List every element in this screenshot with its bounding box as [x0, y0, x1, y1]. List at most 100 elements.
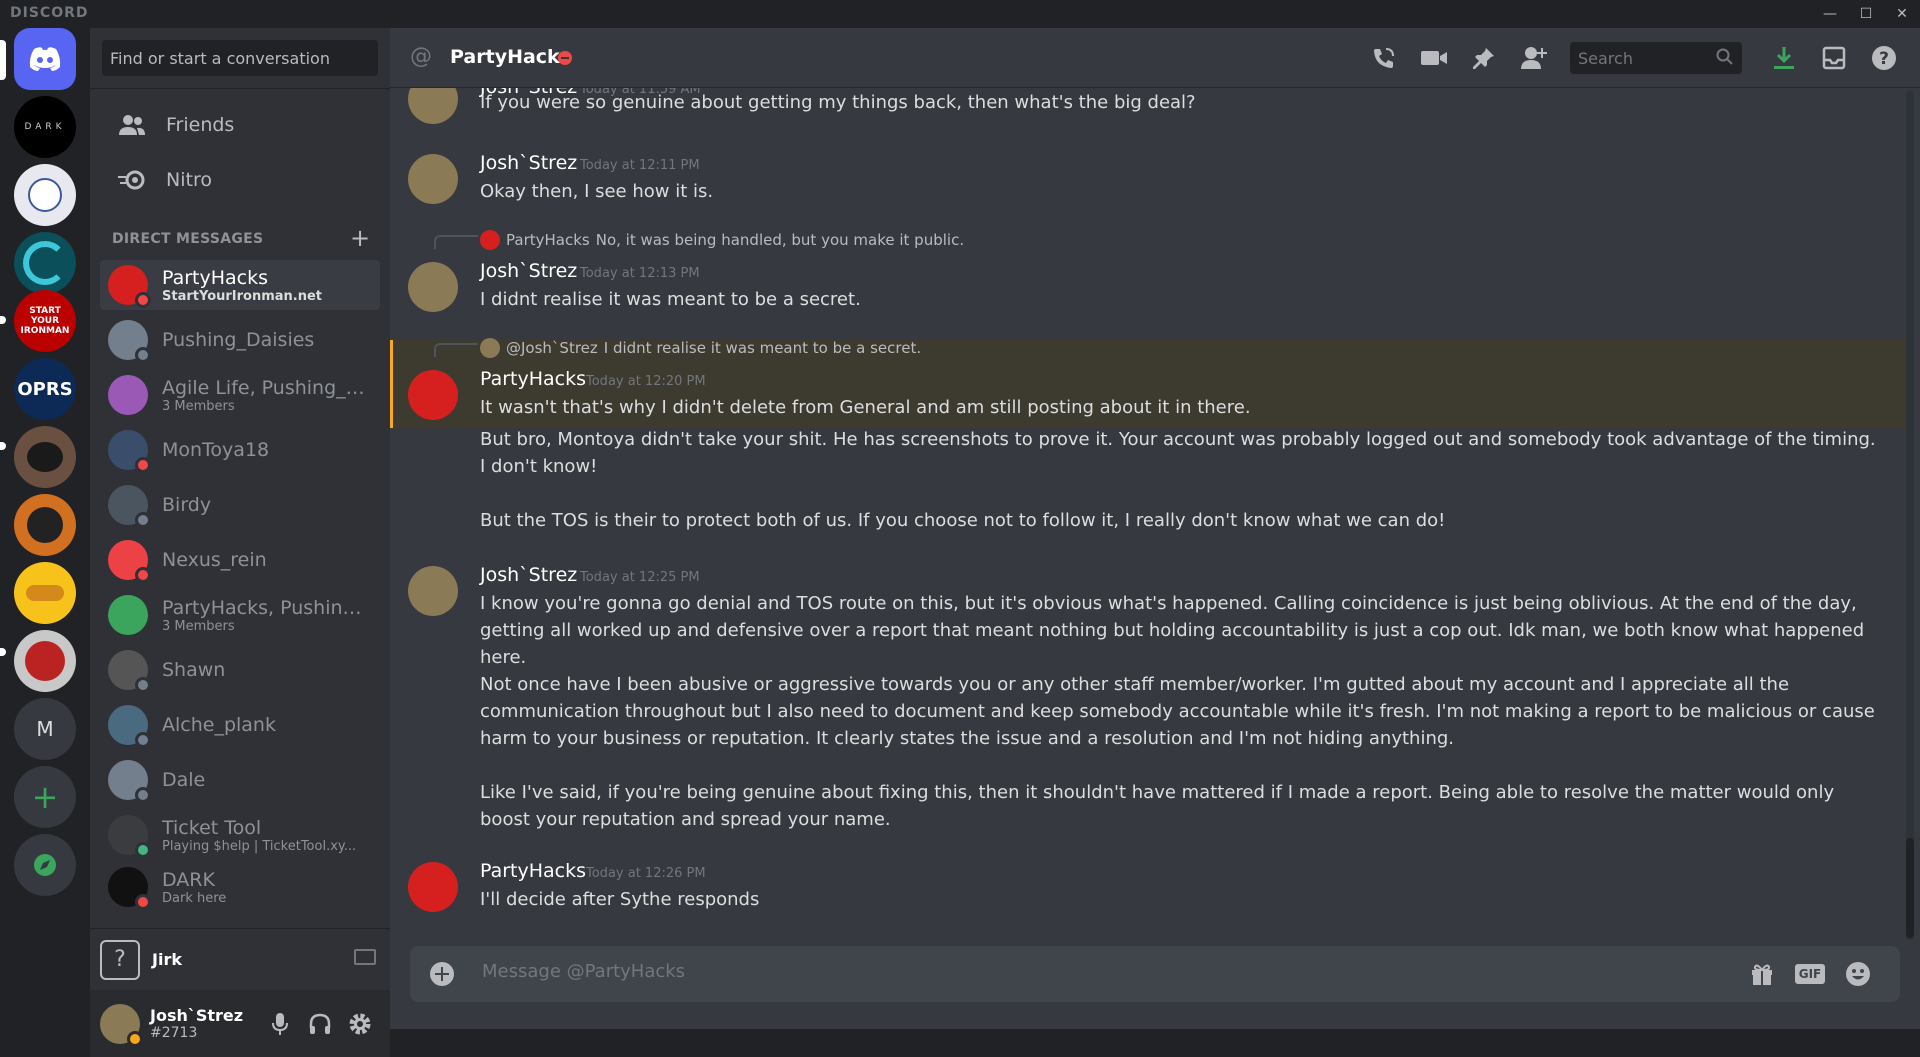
dm-item-nexus-rein[interactable]: Nexus_rein	[100, 535, 380, 585]
dm-item-partyhacks-group[interactable]: PartyHacks, Pushing_... 3 Members	[100, 590, 380, 640]
dm-sidebar: Find or start a conversation Friends Nit…	[90, 28, 390, 1057]
active-pill	[0, 40, 6, 80]
message-author[interactable]: PartyHacks	[480, 860, 586, 882]
avatar	[108, 485, 151, 528]
dm-item-montoya18[interactable]: MonToya18	[100, 425, 380, 475]
user-panel: Josh`Strez #2713	[90, 990, 390, 1057]
dm-name: PartyHacks	[162, 266, 269, 289]
home-button[interactable]	[14, 28, 76, 90]
title-bar: DISCORD — ☐ ✕	[0, 0, 1920, 28]
bricks-icon	[25, 641, 65, 681]
status-offline-icon	[135, 512, 151, 528]
server-m[interactable]: M	[14, 698, 76, 760]
status-idle-icon	[127, 1030, 143, 1047]
download-icon[interactable]	[1768, 42, 1800, 74]
upload-plus-icon[interactable]	[426, 958, 458, 990]
dm-item-partyhacks[interactable]: PartyHacks StartYourIronman.net	[100, 260, 380, 310]
pinned-messages-icon[interactable]	[1468, 42, 1500, 74]
message-composer[interactable]: Message @PartyHacks GIF	[410, 946, 1900, 1002]
dm-name: Nexus_rein	[162, 549, 267, 571]
message-text: I'll decide after Sythe responds	[480, 889, 760, 910]
screen-share-icon[interactable]	[354, 949, 376, 965]
server-dark[interactable]: DARK	[14, 96, 76, 158]
server-oprs[interactable]: OPRS	[14, 358, 76, 420]
message-author[interactable]: Josh`Strez	[480, 564, 577, 586]
author-avatar[interactable]	[408, 370, 458, 420]
dm-item-dark[interactable]: DARK Dark here	[100, 865, 380, 909]
user-avatar[interactable]	[100, 1003, 143, 1047]
message-author[interactable]: Josh`Strez	[480, 260, 577, 282]
emoji-icon[interactable]	[1842, 958, 1874, 990]
add-server-button[interactable]: +	[14, 766, 76, 828]
gift-icon[interactable]	[1746, 958, 1778, 990]
dm-item-ticket-tool[interactable]: Ticket Tool Playing $help | TicketTool.xy…	[100, 810, 380, 860]
message-author[interactable]: PartyHacks	[480, 368, 586, 390]
dm-name: Pushing_Daisies	[162, 329, 315, 351]
server-red-bricks[interactable]	[14, 630, 76, 692]
settings-gear-icon[interactable]	[348, 1012, 372, 1040]
reply-avatar	[480, 230, 500, 250]
create-dm-button[interactable]: +	[350, 224, 370, 252]
user-name: Josh`Strez	[150, 1006, 244, 1025]
server-pancake[interactable]	[14, 562, 76, 624]
close-button[interactable]: ✕	[1884, 0, 1920, 28]
server-dog[interactable]	[14, 426, 76, 488]
status-dnd-icon	[558, 51, 572, 65]
search-icon	[1716, 48, 1734, 70]
scrollbar-track[interactable]	[1906, 90, 1914, 940]
message-author[interactable]: Josh`Strez	[480, 152, 577, 174]
server-swirl[interactable]	[14, 232, 76, 294]
nav-nitro[interactable]: Nitro	[100, 155, 380, 205]
explore-servers-button[interactable]	[14, 834, 76, 896]
voice-call-icon[interactable]	[1368, 42, 1400, 74]
author-avatar[interactable]	[408, 262, 458, 312]
author-avatar[interactable]	[408, 154, 458, 204]
nav-friends[interactable]: Friends	[100, 100, 380, 150]
window-controls: — ☐ ✕	[1812, 0, 1920, 28]
avatar	[108, 650, 151, 693]
avatar	[108, 430, 151, 473]
dm-item-dale[interactable]: Dale	[100, 755, 380, 805]
message-text: I didnt realise it was meant to be a sec…	[480, 289, 861, 310]
group-avatar	[108, 375, 148, 415]
dm-item-pushing-daisies[interactable]: Pushing_Daisies	[100, 315, 380, 365]
message-timestamp: Today at 12:25 PM	[580, 570, 700, 585]
status-offline-icon	[135, 732, 151, 748]
author-avatar[interactable]	[408, 88, 458, 124]
header-search-input[interactable]: Search	[1570, 42, 1742, 74]
avatar	[108, 815, 151, 858]
gif-button[interactable]: GIF	[1794, 958, 1826, 990]
server-anime[interactable]	[14, 494, 76, 556]
reply-connector	[434, 235, 478, 249]
minimize-button[interactable]: —	[1812, 0, 1848, 28]
message-timestamp: Today at 12:13 PM	[580, 266, 700, 281]
dm-item-shawn[interactable]: Shawn	[100, 645, 380, 695]
message-text: But bro, Montoya didn't take your shit. …	[480, 429, 1876, 477]
dm-name: Dale	[162, 769, 206, 791]
avatar	[108, 760, 151, 803]
server-ironman[interactable]: START YOUR IRONMAN	[14, 290, 76, 352]
author-avatar[interactable]	[408, 862, 458, 912]
add-friend-to-dm-icon[interactable]	[1518, 42, 1550, 74]
headphones-icon[interactable]	[308, 1012, 332, 1040]
video-call-icon[interactable]	[1418, 42, 1450, 74]
chat-title: PartyHacks	[450, 46, 572, 68]
help-icon[interactable]: ?	[1868, 42, 1900, 74]
dm-search-input[interactable]: Find or start a conversation	[102, 40, 378, 76]
microphone-icon[interactable]	[270, 1012, 290, 1040]
user-tag: #2713	[150, 1025, 198, 1041]
dm-item-birdy[interactable]: Birdy	[100, 480, 380, 530]
server-mascot[interactable]	[14, 164, 76, 226]
dm-item-alche-plank[interactable]: Alche_plank	[100, 700, 380, 750]
mascot-icon	[28, 178, 62, 212]
scrollbar-thumb[interactable]	[1906, 838, 1914, 938]
dog-avatar	[27, 442, 63, 472]
maximize-button[interactable]: ☐	[1848, 0, 1884, 28]
reply-preview[interactable]: PartyHacks No, it was being handled, but…	[480, 230, 964, 250]
reply-text: No, it was being handled, but you make i…	[595, 231, 965, 249]
status-offline-icon	[135, 347, 151, 363]
reply-preview[interactable]: @Josh`Strez I didnt realise it was meant…	[480, 338, 921, 358]
dm-item-agile-life-group[interactable]: Agile Life, Pushing_D... 3 Members	[100, 370, 380, 420]
inbox-icon[interactable]	[1818, 42, 1850, 74]
author-avatar[interactable]	[408, 566, 458, 616]
